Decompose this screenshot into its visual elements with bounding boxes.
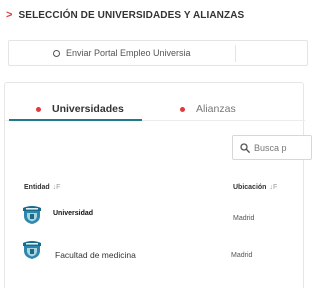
section-header: > SELECCIÓN DE UNIVERSIDADES Y ALIANZAS (6, 9, 244, 21)
column-header-label: Ubicación (233, 184, 267, 191)
university-crest-icon (23, 241, 41, 259)
page: > SELECCIÓN DE UNIVERSIDADES Y ALIANZAS … (0, 0, 314, 288)
page-title: SELECCIÓN DE UNIVERSIDADES Y ALIANZAS (18, 9, 245, 21)
tab-dot-icon (180, 106, 185, 112)
column-header-ubicacion[interactable]: Ubicación ↓F (233, 184, 277, 191)
tab-alianzas-label: Alianzas (196, 103, 236, 115)
column-header-entidad[interactable]: Entidad ↓F (24, 184, 60, 191)
active-tab-indicator (9, 119, 142, 121)
tab-universidades-label: Universidades (52, 103, 124, 115)
radio-icon (53, 49, 60, 57)
entity-name: Universidad (53, 210, 94, 217)
actions-divider (235, 45, 236, 62)
search-box[interactable] (232, 135, 314, 160)
tab-universidades[interactable]: Universidades (36, 101, 124, 117)
entity-name: Facultad de medicina (55, 250, 136, 260)
column-header-label: Entidad (24, 184, 50, 191)
selection-panel: Universidades Alianzas Entidad ↓F Ubicac… (4, 82, 314, 288)
entity-location: Madrid (233, 215, 255, 222)
sort-icon[interactable]: ↓F (53, 184, 61, 191)
tab-dot-icon (36, 106, 41, 112)
chevron-right-icon: > (6, 9, 13, 21)
table-row[interactable]: Universidad Madrid (5, 201, 305, 229)
university-crest-icon (23, 206, 41, 224)
entity-location: Madrid (231, 252, 253, 259)
tab-alianzas[interactable]: Alianzas (180, 101, 236, 117)
send-portal-label: Enviar Portal Empleo Universia (66, 48, 191, 58)
send-portal-button[interactable]: Enviar Portal Empleo Universia (53, 41, 191, 65)
table-row[interactable]: Facultad de medicina Madrid (5, 236, 305, 264)
actions-bar: Enviar Portal Empleo Universia (8, 40, 308, 66)
search-icon (240, 142, 250, 153)
sort-icon[interactable]: ↓F (269, 184, 277, 191)
search-input[interactable] (254, 142, 314, 153)
